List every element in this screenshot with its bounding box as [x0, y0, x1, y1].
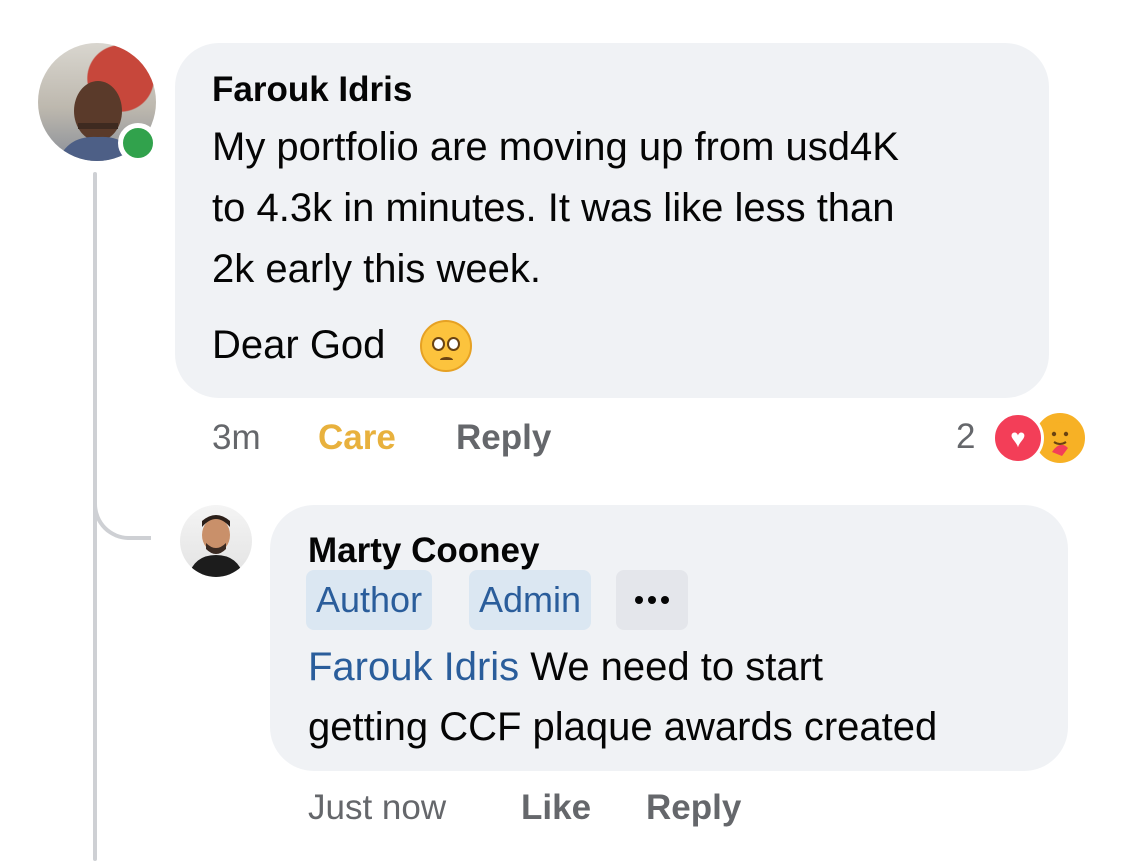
reply-text-line-2: getting CCF plaque awards created: [308, 705, 938, 749]
care-face-icon: [1044, 422, 1076, 456]
like-button[interactable]: Like: [521, 788, 591, 828]
dot-icon: [661, 596, 669, 604]
reply-text-line-1: Farouk Idris We need to start: [308, 645, 823, 690]
reply-reply-button[interactable]: Reply: [646, 788, 741, 828]
comment-text-line-3: 2k early this week.: [212, 247, 542, 291]
pleading-face-emoji: [420, 320, 472, 372]
admin-badge: Admin: [469, 570, 592, 630]
avatar-photo: [188, 515, 244, 577]
comment-reply-button[interactable]: Reply: [456, 418, 551, 458]
online-status-dot: [118, 123, 158, 163]
dot-icon: [635, 596, 643, 604]
reply-connector: [93, 478, 151, 540]
avatar-marty-cooney[interactable]: [180, 505, 252, 577]
reply-timestamp[interactable]: Just now: [308, 788, 446, 828]
mention-link[interactable]: Farouk Idris: [308, 645, 519, 689]
comment-timestamp[interactable]: 3m: [212, 418, 261, 458]
comment-text-line-2: to 4.3k in minutes. It was like less tha…: [212, 186, 895, 230]
reply-text-part: We need to start: [519, 645, 824, 689]
reaction-count[interactable]: 2: [956, 417, 975, 457]
comment-avatar[interactable]: [38, 43, 158, 163]
care-reaction-button[interactable]: Care: [318, 418, 396, 458]
comment-text-line-1: My portfolio are moving up from usd4K: [212, 125, 899, 169]
dot-icon: [648, 596, 656, 604]
comment-closing-text: Dear God: [212, 323, 386, 367]
reply-author-name[interactable]: Marty Cooney: [308, 531, 539, 571]
more-options-button[interactable]: [616, 570, 688, 630]
love-icon[interactable]: ♥: [992, 412, 1044, 464]
comment-author-name[interactable]: Farouk Idris: [212, 70, 412, 110]
reply-avatar[interactable]: [180, 505, 252, 577]
author-badge: Author: [306, 570, 433, 630]
